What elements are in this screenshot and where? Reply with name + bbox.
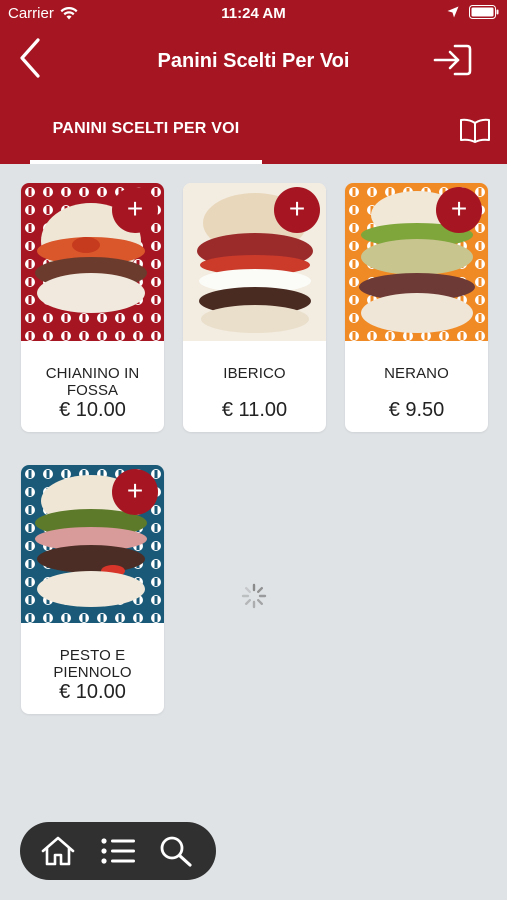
login-button[interactable] (433, 42, 473, 78)
home-button[interactable] (40, 835, 76, 867)
product-name: NERANO (384, 365, 449, 382)
loading-spinner-icon (241, 583, 267, 609)
product-name: CHIANINO IN FOSSA (45, 365, 140, 399)
book-open-icon (460, 118, 490, 143)
product-card[interactable]: + NERANO € 9.50 (345, 183, 488, 432)
tab-underline (30, 160, 262, 164)
status-bar: Carrier 11:24 AM (0, 0, 507, 28)
clock: 11:24 AM (221, 5, 286, 22)
location-arrow-icon (447, 6, 459, 18)
list-button[interactable] (100, 835, 136, 867)
product-price: € 9.50 (388, 399, 445, 421)
page-title: Panini Scelti Per Voi (157, 50, 350, 72)
product-image: + (21, 465, 164, 623)
tab-bar: PANINI SCELTI PER VOI (0, 96, 507, 164)
product-price: € 10.00 (59, 399, 126, 421)
product-name: PESTO E PIENNOLO (53, 647, 132, 681)
menu-book-button[interactable] (459, 118, 491, 144)
chevron-left-icon (20, 38, 40, 78)
bottom-nav (20, 822, 216, 880)
product-card[interactable]: + IBERICO € 11.00 (183, 183, 326, 432)
app-header: Carrier 11:24 AM Panini Scelti Per Voi P… (0, 0, 507, 164)
status-right (447, 5, 499, 19)
product-price: € 10.00 (59, 681, 126, 703)
search-icon (160, 836, 192, 867)
home-icon (41, 836, 75, 866)
product-price: € 11.00 (221, 399, 288, 421)
tab-panini-scelti[interactable]: PANINI SCELTI PER VOI (30, 96, 262, 164)
nav-bar: Panini Scelti Per Voi (0, 28, 507, 92)
product-image: + (345, 183, 488, 341)
add-to-cart-button[interactable]: + (112, 187, 158, 233)
search-button[interactable] (158, 835, 194, 867)
add-to-cart-button[interactable]: + (112, 469, 158, 515)
product-name: IBERICO (223, 365, 286, 382)
sign-in-icon (433, 44, 472, 76)
tab-label: PANINI SCELTI PER VOI (52, 120, 240, 137)
product-card[interactable]: + PESTO E PIENNOLO € 10.00 (21, 465, 164, 714)
add-to-cart-button[interactable]: + (274, 187, 320, 233)
back-button[interactable] (16, 36, 48, 80)
battery-icon (469, 5, 499, 19)
product-card[interactable]: + CHIANINO IN FOSSA € 10.00 (21, 183, 164, 432)
product-image: + (21, 183, 164, 341)
add-to-cart-button[interactable]: + (436, 187, 482, 233)
product-image: + (183, 183, 326, 341)
list-icon (101, 838, 135, 864)
